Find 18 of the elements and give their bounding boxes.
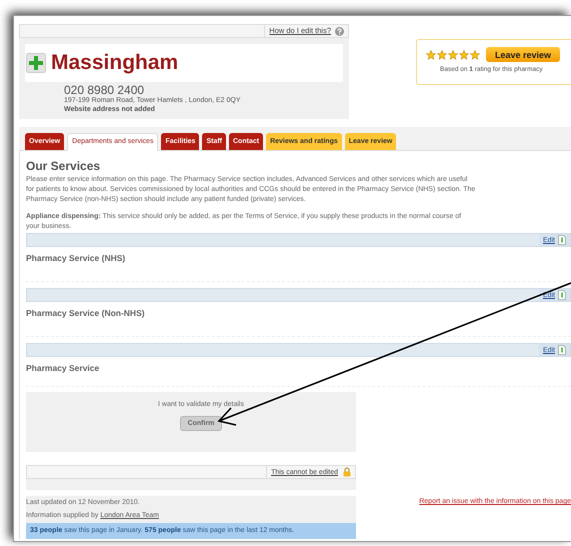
service-heading: Pharmacy Service (Non-NHS)	[26, 302, 571, 337]
service-heading: Pharmacy Service (NHS)	[26, 247, 571, 282]
document-icon	[558, 235, 566, 245]
star-icon	[470, 50, 480, 60]
document-icon	[558, 345, 566, 355]
star-icon	[437, 50, 447, 60]
section-heading: Our Services	[26, 159, 102, 173]
star-icon	[459, 50, 469, 60]
pharmacy-cross-icon	[26, 53, 46, 73]
leave-review-button[interactable]: Leave review	[486, 47, 560, 62]
document-icon	[558, 290, 566, 300]
pharmacy-name: Massingham	[51, 51, 178, 75]
lock-icon	[343, 467, 351, 477]
help-icon	[335, 26, 344, 36]
phone-number: 020 8980 2400	[64, 84, 146, 96]
star-icon	[426, 50, 436, 60]
star-icon	[448, 50, 458, 60]
service-heading: Pharmacy Service	[26, 357, 571, 387]
